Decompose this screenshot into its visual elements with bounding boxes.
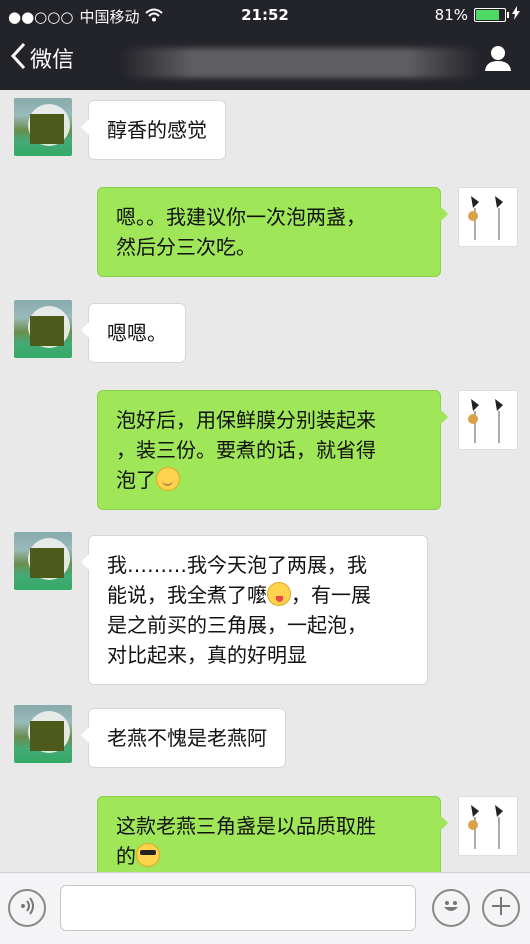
contact-avatar[interactable] xyxy=(14,300,72,358)
message-text: 老燕不愧是老燕阿 xyxy=(107,726,267,750)
more-button[interactable] xyxy=(482,889,520,927)
status-bar: ●●○○○ 中国移动 21:52 81% xyxy=(0,0,530,30)
contact-avatar[interactable] xyxy=(14,98,72,156)
smiley-icon xyxy=(439,894,463,922)
message-line: 是之前买的三角展，一起泡， xyxy=(107,613,367,637)
voice-icon xyxy=(17,896,37,920)
chevron-left-icon xyxy=(10,42,26,74)
voice-button[interactable] xyxy=(8,889,46,927)
battery-percent: 81% xyxy=(434,6,468,24)
input-bar xyxy=(0,872,530,944)
bird-avatar-icon xyxy=(468,196,503,240)
message-bubble-outgoing[interactable]: 嗯。。我建议你一次泡两盏， 然后分三次吃。 xyxy=(97,187,448,277)
message-bubble-incoming[interactable]: 嗯嗯。 xyxy=(81,303,186,363)
nav-bar: 微信 xyxy=(0,30,530,90)
message-line: 嗯。。我建议你一次泡两盏， xyxy=(116,205,366,229)
person-icon xyxy=(484,46,512,76)
message-bubble-outgoing[interactable]: 泡好后，用保鲜膜分别装起来 ，装三份。要煮的话，就省得 泡了 xyxy=(97,390,448,510)
smile-emoji xyxy=(156,467,180,491)
message-line: 能说，我全煮了嚒 xyxy=(107,583,267,607)
message-input[interactable] xyxy=(60,885,416,931)
chat-title-redacted xyxy=(120,48,480,78)
battery-area: 81% xyxy=(435,6,520,24)
message-line: 泡了 xyxy=(116,468,156,492)
message-bubble-incoming[interactable]: 醇香的感觉 xyxy=(81,100,226,160)
bird-avatar-icon xyxy=(468,399,503,443)
message-line: 然后分三次吃。 xyxy=(116,235,256,259)
contact-avatar[interactable] xyxy=(14,705,72,763)
message-line: 泡好后，用保鲜膜分别装起来 xyxy=(116,408,376,432)
back-label: 微信 xyxy=(30,48,75,73)
tongue-emoji xyxy=(267,582,291,606)
message-line: 的 xyxy=(116,844,136,868)
chat-info-button[interactable] xyxy=(484,44,512,76)
my-avatar[interactable] xyxy=(458,187,518,247)
battery-icon xyxy=(474,8,509,22)
message-bubble-incoming[interactable]: 我………我今天泡了两展，我 能说，我全煮了嚒 ，有一展 是之前买的三角展，一起泡，… xyxy=(81,535,428,685)
message-bubble-incoming[interactable]: 老燕不愧是老燕阿 xyxy=(81,708,286,768)
message-text: 嗯嗯。 xyxy=(107,321,167,345)
message-line: ，装三份。要煮的话，就省得 xyxy=(116,438,376,462)
plus-icon xyxy=(490,895,512,921)
my-avatar[interactable] xyxy=(458,390,518,450)
message-line: 我………我今天泡了两展，我 xyxy=(107,553,367,577)
message-line: 对比起来，真的好明显 xyxy=(107,643,307,667)
emoji-button[interactable] xyxy=(432,889,470,927)
sunglasses-emoji xyxy=(136,843,160,867)
contact-avatar[interactable] xyxy=(14,532,72,590)
bird-avatar-icon xyxy=(468,805,503,849)
message-text: 醇香的感觉 xyxy=(107,118,207,142)
charging-icon xyxy=(512,6,520,24)
back-button[interactable]: 微信 xyxy=(10,42,74,74)
my-avatar[interactable] xyxy=(458,796,518,856)
message-line: 这款老燕三角盏是以品质取胜 xyxy=(116,814,376,838)
message-line: ，有一展 xyxy=(291,583,371,607)
